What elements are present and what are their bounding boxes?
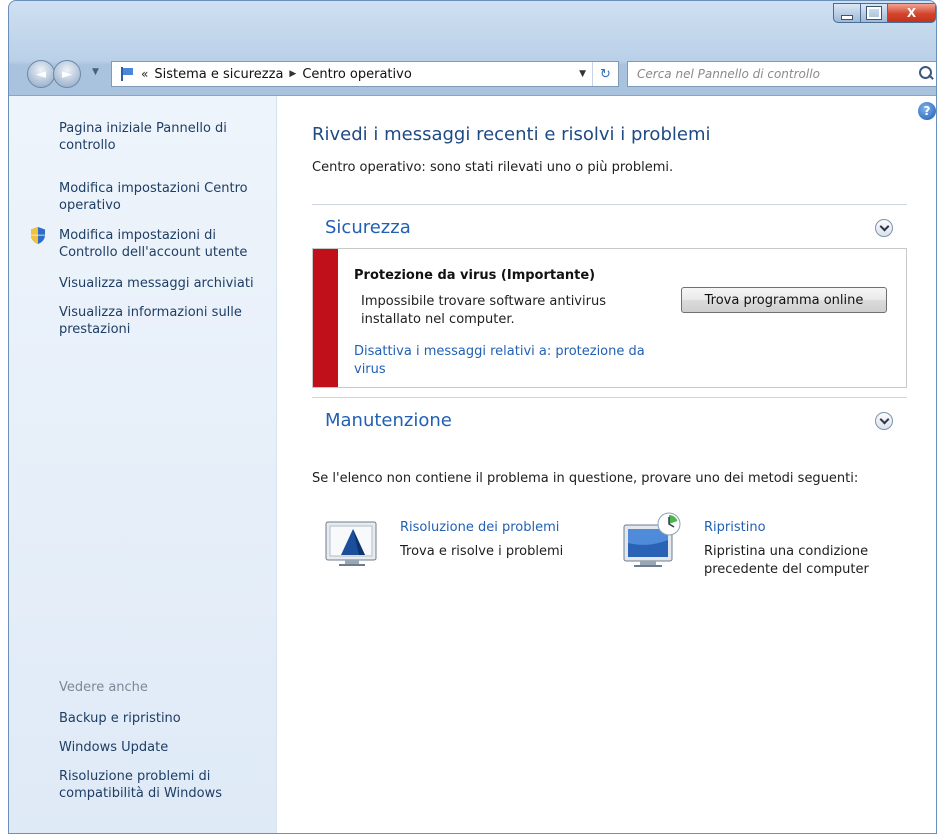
refresh-icon[interactable]: ↻ bbox=[592, 62, 618, 86]
breadcrumb-sistema-e-sicurezza[interactable]: Sistema e sicurezza bbox=[154, 67, 283, 82]
chevron-down-icon[interactable] bbox=[875, 219, 893, 237]
back-button[interactable]: ◄ bbox=[27, 60, 55, 88]
alert-description: Impossibile trovare software antivirus i… bbox=[361, 294, 606, 327]
search-input[interactable] bbox=[637, 67, 915, 81]
uac-shield-icon bbox=[31, 227, 45, 244]
find-program-online-button[interactable]: Trova programma online bbox=[681, 287, 887, 313]
address-dropdown-icon[interactable]: ▼ bbox=[579, 69, 586, 79]
help-icon[interactable]: ? bbox=[918, 102, 936, 120]
system-restore-icon[interactable] bbox=[621, 510, 685, 570]
control-panel-window: X ◄ ► ▼ « Sistema e sicurezza ▶ Centro o… bbox=[8, 0, 937, 834]
breadcrumb-separator-icon[interactable]: ▶ bbox=[289, 69, 296, 79]
title-bar[interactable]: X bbox=[9, 1, 936, 51]
alert-severity-stripe bbox=[313, 249, 338, 387]
maintenance-section-title[interactable]: Manutenzione bbox=[325, 410, 452, 431]
troubleshooting-monitor-icon[interactable] bbox=[325, 519, 379, 567]
see-also-link-backup-restore[interactable]: Backup e ripristino bbox=[59, 710, 271, 727]
sidebar-link-change-action-center-settings[interactable]: Modifica impostazioni Centro operativo bbox=[59, 180, 271, 214]
breadcrumb-centro-operativo[interactable]: Centro operativo bbox=[302, 67, 411, 82]
sidebar-link-view-archived-messages[interactable]: Visualizza messaggi archiviati bbox=[59, 275, 271, 292]
sidebar-link-control-panel-home[interactable]: Pagina iniziale Pannello di controllo bbox=[59, 120, 271, 154]
disable-virus-messages-link[interactable]: Disattiva i messaggi relativi a: protezi… bbox=[354, 343, 664, 379]
recent-pages-dropdown[interactable]: ▼ bbox=[92, 67, 99, 77]
content-area: Pagina iniziale Pannello di controllo Mo… bbox=[9, 95, 936, 833]
minimize-button[interactable] bbox=[833, 3, 861, 23]
search-box bbox=[627, 61, 936, 87]
window-controls: X bbox=[833, 3, 936, 23]
breadcrumb-overflow[interactable]: « bbox=[141, 67, 148, 81]
virus-protection-alert: Protezione da virus (Importante) Impossi… bbox=[312, 248, 907, 388]
address-bar[interactable]: « Sistema e sicurezza ▶ Centro operativo… bbox=[111, 61, 619, 87]
page-subtitle: Centro operativo: sono stati rilevati un… bbox=[312, 160, 674, 175]
page-title: Rivedi i messaggi recenti e risolvi i pr… bbox=[312, 124, 711, 145]
alternatives-hint: Se l'elenco non contiene il problema in … bbox=[312, 471, 859, 486]
navigation-bar: ◄ ► ▼ « Sistema e sicurezza ▶ Centro ope… bbox=[9, 57, 936, 93]
search-icon[interactable] bbox=[915, 63, 936, 85]
restore-link[interactable]: Ripristino bbox=[704, 520, 766, 535]
restore-description: Ripristina una condizione precedente del… bbox=[704, 544, 869, 577]
troubleshooting-link[interactable]: Risoluzione dei problemi bbox=[400, 520, 559, 535]
chevron-down-icon[interactable] bbox=[875, 412, 893, 430]
sidebar-link-performance-information[interactable]: Visualizza informazioni sulle prestazion… bbox=[59, 304, 271, 338]
see-also-link-compatibility-troubleshooting[interactable]: Risoluzione problemi di compatibilità di… bbox=[59, 768, 271, 802]
see-also-heading: Vedere anche bbox=[59, 680, 148, 695]
main-panel: ? Rivedi i messaggi recenti e risolvi i … bbox=[277, 96, 936, 833]
security-section-header[interactable]: Sicurezza bbox=[312, 204, 907, 248]
forward-button[interactable]: ► bbox=[53, 60, 81, 88]
alert-title: Protezione da virus (Importante) bbox=[354, 268, 596, 283]
see-also-link-windows-update[interactable]: Windows Update bbox=[59, 739, 271, 756]
maintenance-section-header[interactable]: Manutenzione bbox=[312, 397, 907, 441]
action-center-flag-icon bbox=[119, 67, 135, 81]
sidebar-link-change-uac-settings[interactable]: Modifica impostazioni di Controllo dell'… bbox=[59, 227, 271, 261]
maximize-button[interactable] bbox=[861, 3, 888, 23]
close-button[interactable]: X bbox=[888, 3, 936, 23]
security-section-title[interactable]: Sicurezza bbox=[325, 217, 411, 238]
troubleshooting-description: Trova e risolve i problemi bbox=[400, 544, 564, 559]
sidebar: Pagina iniziale Pannello di controllo Mo… bbox=[9, 96, 277, 833]
